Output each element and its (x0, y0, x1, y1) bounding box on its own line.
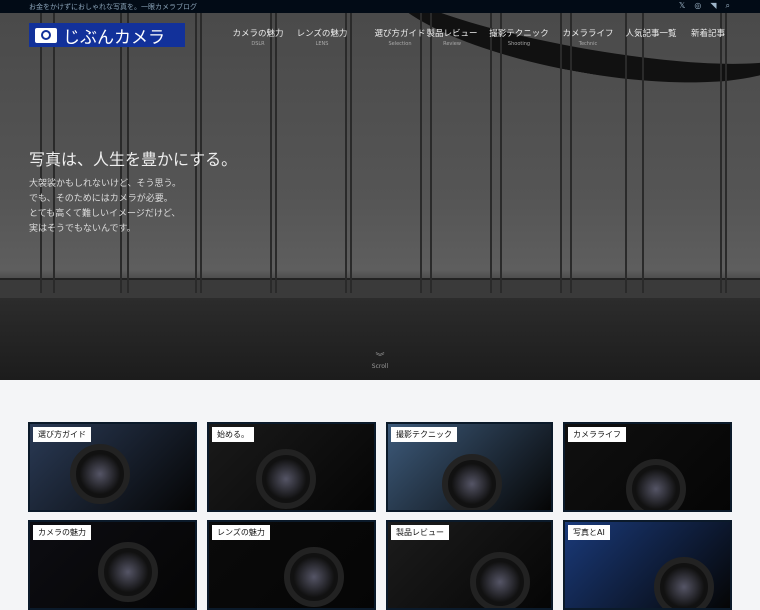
card-label: レンズの魅力 (212, 525, 270, 540)
bridge-cable (490, 13, 492, 293)
card-image (98, 542, 158, 602)
scroll-button[interactable]: ︾ Scroll (365, 350, 395, 370)
hero-line: 実はそうでもないんです。 (29, 224, 136, 234)
card-image (654, 557, 714, 608)
nav-item[interactable]: 新着記事 (678, 27, 738, 39)
category-card[interactable]: カメラの魅力 (28, 520, 197, 610)
hero-text: 大袈裟かもしれないけど、そう思う。 でも、そのためにはカメラが必要。 とても高く… (29, 177, 181, 237)
nav-sublabel: LENS (315, 41, 329, 47)
card-image (256, 449, 316, 509)
bridge-cable (500, 13, 502, 293)
nav-item[interactable]: 選び方ガイド Selection (370, 27, 430, 47)
instagram-icon[interactable]: ◎ (694, 1, 701, 11)
bridge-cable (570, 13, 572, 293)
bridge-cable (625, 13, 627, 293)
card-label: 製品レビュー (391, 525, 449, 540)
card-label: カメラの魅力 (33, 525, 91, 540)
nav-sublabel: DSLR (251, 41, 265, 47)
bridge-cable (720, 13, 722, 293)
card-label: 撮影テクニック (391, 427, 457, 442)
nav-label: レンズの魅力 (296, 29, 348, 39)
card-label: カメラライフ (568, 427, 626, 442)
nav-item[interactable]: 人気記事一覧 (621, 27, 681, 39)
nav-label: カメラライフ (562, 29, 614, 39)
logo-text: じぶんカメラ (63, 27, 165, 48)
nav-item[interactable]: カメラの魅力 DSLR (228, 27, 288, 47)
nav-item[interactable]: レンズの魅力 LENS (292, 27, 352, 47)
bridge-cable (275, 13, 277, 293)
card-label: 始める。 (212, 427, 254, 442)
hero-line: でも、そのためにはカメラが必要。 (29, 194, 173, 204)
site-tagline: お金をかけずにおしゃれな写真を。一眼カメラブログ (29, 3, 197, 11)
card-image (626, 459, 686, 510)
nav-item[interactable]: 撮影テクニック Shooting (489, 27, 549, 47)
category-card[interactable]: 選び方ガイド (28, 422, 197, 512)
category-card[interactable]: 写真とAI (563, 520, 732, 610)
category-cards: 選び方ガイド 始める。 撮影テクニック カメラライフカメラの魅力 レンズの魅力 製品レビュ… (28, 422, 732, 610)
bridge-cable (350, 13, 352, 293)
bridge-cable (430, 13, 432, 293)
card-image (284, 547, 344, 607)
bridge-cable (345, 13, 347, 293)
category-card[interactable]: カメラライフ (563, 422, 732, 512)
bridge-cable (270, 13, 272, 293)
card-image (442, 454, 502, 510)
bridge-cable (560, 13, 562, 293)
search-icon[interactable]: ⌕ (726, 1, 730, 11)
category-card[interactable]: レンズの魅力 (207, 520, 376, 610)
nav-label: 撮影テクニック (489, 29, 549, 39)
nav-label: 人気記事一覧 (625, 29, 677, 39)
nav-label: カメラの魅力 (232, 29, 284, 39)
nav-sublabel: Technic (578, 41, 598, 47)
card-image (470, 552, 530, 608)
category-card[interactable]: 撮影テクニック (386, 422, 553, 512)
nav-item[interactable]: カメラライフ Technic (558, 27, 618, 47)
camera-icon (35, 27, 57, 43)
category-card[interactable]: 製品レビュー (386, 520, 553, 610)
x-icon[interactable]: 𝕏 (679, 1, 685, 11)
nav-sublabel: Shooting (507, 41, 531, 47)
nav-item[interactable]: 製品レビュー Review (422, 27, 482, 47)
hero-title: 写真は、人生を豊かにする。 (29, 150, 238, 169)
site-logo[interactable]: じぶんカメラ (29, 23, 185, 48)
nav-sublabel: Selection (388, 41, 412, 47)
bridge-cable (420, 13, 422, 293)
scroll-label: Scroll (371, 363, 389, 370)
hero-line: 大袈裟かもしれないけど、そう思う。 (29, 179, 182, 189)
card-image (70, 444, 130, 504)
nav-label: 選び方ガイド (374, 29, 426, 39)
nav-sublabel: Review (443, 41, 461, 47)
hero-line: とても高くて難しいイメージだけど、 (29, 209, 181, 219)
card-label: 写真とAI (568, 525, 610, 540)
chevron-down-icon: ︾ (375, 353, 385, 363)
card-label: 選び方ガイド (33, 427, 91, 442)
bridge-deck (0, 278, 760, 298)
nav-label: 新着記事 (690, 29, 725, 39)
nav-label: 製品レビュー (426, 29, 478, 39)
top-bar: お金をかけずにおしゃれな写真を。一眼カメラブログ 𝕏 ◎ ◥ ⌕ (0, 0, 760, 13)
rss-icon[interactable]: ◥ (710, 1, 716, 11)
bridge-cable (642, 13, 644, 293)
category-card[interactable]: 始める。 (207, 422, 376, 512)
bridge-cable (725, 13, 727, 293)
